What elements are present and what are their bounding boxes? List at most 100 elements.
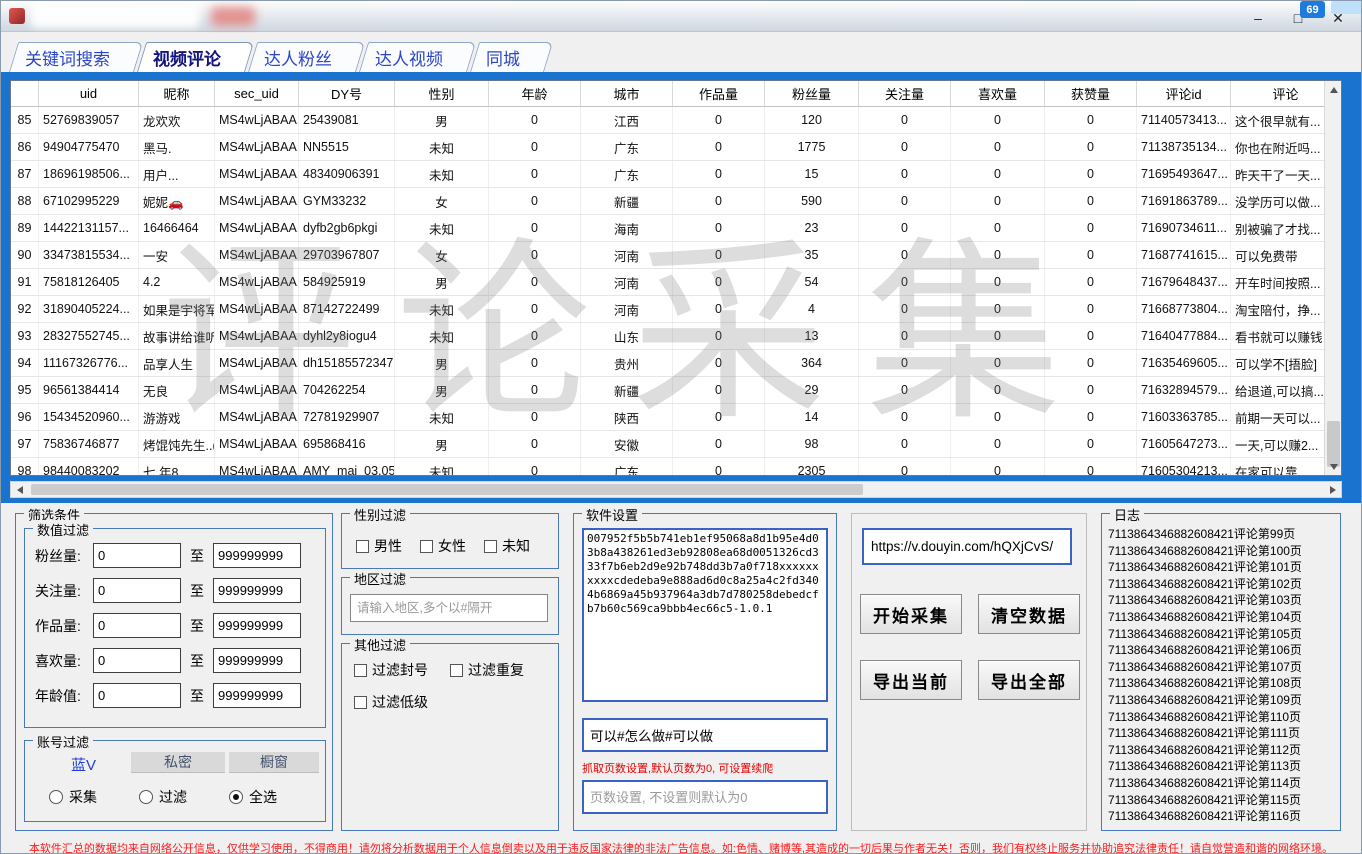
- table-row[interactable]: 8914422131157...16466464MS4wLjABAA...dyf…: [11, 215, 1341, 242]
- column-header[interactable]: 获赞量: [1045, 81, 1137, 106]
- table-row[interactable]: 9411167326776...品享人生MS4wLjABAA...dh15185…: [11, 350, 1341, 377]
- scroll-left-icon[interactable]: [11, 481, 28, 498]
- filter-label: 作品量:: [35, 616, 93, 636]
- table-row[interactable]: 8552769839057龙欢欢MS4wLjABAA...25439081男0江…: [11, 107, 1341, 134]
- table-body: 8552769839057龙欢欢MS4wLjABAA...25439081男0江…: [11, 107, 1341, 476]
- min-value-input[interactable]: [93, 543, 181, 568]
- clear-data-button[interactable]: 清空数据: [978, 594, 1080, 634]
- table-cell: 0: [673, 161, 765, 187]
- radio-collect[interactable]: 采集: [49, 787, 97, 807]
- table-cell: 0: [1045, 323, 1137, 349]
- table-row[interactable]: 9775836746877烤馄饨先生..(...MS4wLjABAA...695…: [11, 431, 1341, 458]
- minimize-button[interactable]: –: [1243, 7, 1273, 29]
- radio-select-all[interactable]: 全选: [229, 787, 277, 807]
- column-header[interactable]: sec_uid: [215, 81, 299, 106]
- table-cell: MS4wLjABAA...: [215, 215, 299, 241]
- table-row[interactable]: 8694904775470黑马.MS4wLjABAA...NN5515未知0广东…: [11, 134, 1341, 161]
- column-header[interactable]: DY号: [299, 81, 395, 106]
- table-cell: 七.年8: [139, 458, 215, 476]
- table-row[interactable]: 9328327552745...故事讲给谁听MS4wLjABAA...dyhl2…: [11, 323, 1341, 350]
- column-header[interactable]: 评论id: [1137, 81, 1231, 106]
- keyword-input[interactable]: [582, 718, 828, 752]
- vertical-scrollbar[interactable]: [1324, 81, 1341, 475]
- table-cell: 0: [489, 377, 581, 403]
- column-header[interactable]: 喜欢量: [951, 81, 1045, 106]
- license-textarea[interactable]: 007952f5b5b741eb1ef95068a8d1b95e4d03b8a4…: [582, 528, 828, 702]
- column-header[interactable]: 昵称: [139, 81, 215, 106]
- radio-filter[interactable]: 过滤: [139, 787, 187, 807]
- private-button[interactable]: 私密: [131, 752, 225, 773]
- log-list[interactable]: 7113864346882608421评论第99页711386434688260…: [1108, 526, 1336, 826]
- export-current-button[interactable]: 导出当前: [860, 660, 962, 700]
- tab-influencer-fans[interactable]: 达人粉丝: [248, 42, 356, 72]
- table-row[interactable]: 8718696198506...用户...MS4wLjABAA...483409…: [11, 161, 1341, 188]
- table-cell: 如果是宇将军...: [139, 296, 215, 322]
- tab-keyword-search[interactable]: 关键词搜索: [9, 42, 134, 72]
- table-cell: 新疆: [581, 377, 673, 403]
- scroll-down-icon[interactable]: [1325, 458, 1342, 475]
- max-value-input[interactable]: [213, 648, 301, 673]
- min-value-input[interactable]: [93, 578, 181, 603]
- tab-same-city[interactable]: 同城: [470, 42, 544, 72]
- checkbox-unknown[interactable]: 未知: [484, 536, 530, 556]
- column-header[interactable]: 年龄: [489, 81, 581, 106]
- checkbox-female[interactable]: 女性: [420, 536, 466, 556]
- pages-input[interactable]: [582, 780, 828, 814]
- scrollbar-thumb[interactable]: [31, 484, 863, 495]
- blue-v-label[interactable]: 蓝V: [71, 754, 96, 775]
- column-header[interactable]: 作品量: [673, 81, 765, 106]
- table-row[interactable]: 8867102995229妮妮🚗MS4wLjABAA...GYM33232女0新…: [11, 188, 1341, 215]
- max-value-input[interactable]: [213, 578, 301, 603]
- checkbox-filter-banned[interactable]: 过滤封号: [354, 660, 428, 680]
- table-row[interactable]: 9898440083202七.年8MS4wLjABAA...AMY_mai_03…: [11, 458, 1341, 476]
- tab-influencer-videos[interactable]: 达人视频: [359, 42, 467, 72]
- table-cell: 0: [951, 431, 1045, 457]
- table-row[interactable]: 9596561384414无良MS4wLjABAA...704262254男0新…: [11, 377, 1341, 404]
- table-row[interactable]: 9615434520960...游游戏MS4wLjABAA...72781929…: [11, 404, 1341, 431]
- table-cell: 0: [1045, 161, 1137, 187]
- table-cell: 0: [489, 458, 581, 476]
- min-value-input[interactable]: [93, 613, 181, 638]
- column-header[interactable]: 城市: [581, 81, 673, 106]
- checkbox-filter-duplicate[interactable]: 过滤重复: [450, 660, 524, 680]
- max-value-input[interactable]: [213, 683, 301, 708]
- table-row[interactable]: 9033473815534...一安MS4wLjABAA...297039678…: [11, 242, 1341, 269]
- table-cell: 71605304213...: [1137, 458, 1231, 476]
- table-row[interactable]: 9231890405224...如果是宇将军...MS4wLjABAA...87…: [11, 296, 1341, 323]
- to-label: 至: [190, 651, 204, 671]
- max-value-input[interactable]: [213, 543, 301, 568]
- region-input[interactable]: [350, 594, 548, 622]
- scroll-up-icon[interactable]: [1325, 81, 1342, 98]
- table-cell: 75818126405: [39, 269, 139, 295]
- table-cell: 0: [951, 323, 1045, 349]
- table-cell: 女: [395, 188, 489, 214]
- actions-panel: 开始采集 清空数据 导出当前 导出全部: [851, 513, 1087, 831]
- redacted-badge: [211, 7, 255, 26]
- table-cell: 0: [673, 458, 765, 476]
- min-value-input[interactable]: [93, 648, 181, 673]
- table-row[interactable]: 91758181264054.2MS4wLjABAA...584925919男0…: [11, 269, 1341, 296]
- max-value-input[interactable]: [213, 613, 301, 638]
- showcase-button[interactable]: 橱窗: [229, 752, 319, 773]
- checkbox-filter-lowlevel[interactable]: 过滤低级: [354, 692, 428, 712]
- table-corner[interactable]: [11, 81, 39, 106]
- checkbox-male[interactable]: 男性: [356, 536, 402, 556]
- tab-video-comments[interactable]: 视频评论: [137, 42, 245, 72]
- start-collect-button[interactable]: 开始采集: [860, 594, 962, 634]
- log-line: 7113864346882608421评论第107页: [1108, 659, 1336, 676]
- app-window: – □ ✕ 69 关键词搜索 视频评论 达人粉丝 达人视频 同城 评论采集 ui…: [0, 0, 1362, 854]
- table-cell: 男: [395, 377, 489, 403]
- export-all-button[interactable]: 导出全部: [978, 660, 1080, 700]
- table-cell: MS4wLjABAA...: [215, 296, 299, 322]
- min-value-input[interactable]: [93, 683, 181, 708]
- log-line: 7113864346882608421评论第112页: [1108, 742, 1336, 759]
- radio-icon: [139, 790, 153, 804]
- column-header[interactable]: 关注量: [859, 81, 951, 106]
- column-header[interactable]: 性别: [395, 81, 489, 106]
- column-header[interactable]: uid: [39, 81, 139, 106]
- scroll-right-icon[interactable]: [1324, 481, 1341, 498]
- column-header[interactable]: 粉丝量: [765, 81, 859, 106]
- horizontal-scrollbar[interactable]: [10, 481, 1342, 498]
- table-cell: 0: [951, 404, 1045, 430]
- video-url-input[interactable]: [862, 528, 1072, 565]
